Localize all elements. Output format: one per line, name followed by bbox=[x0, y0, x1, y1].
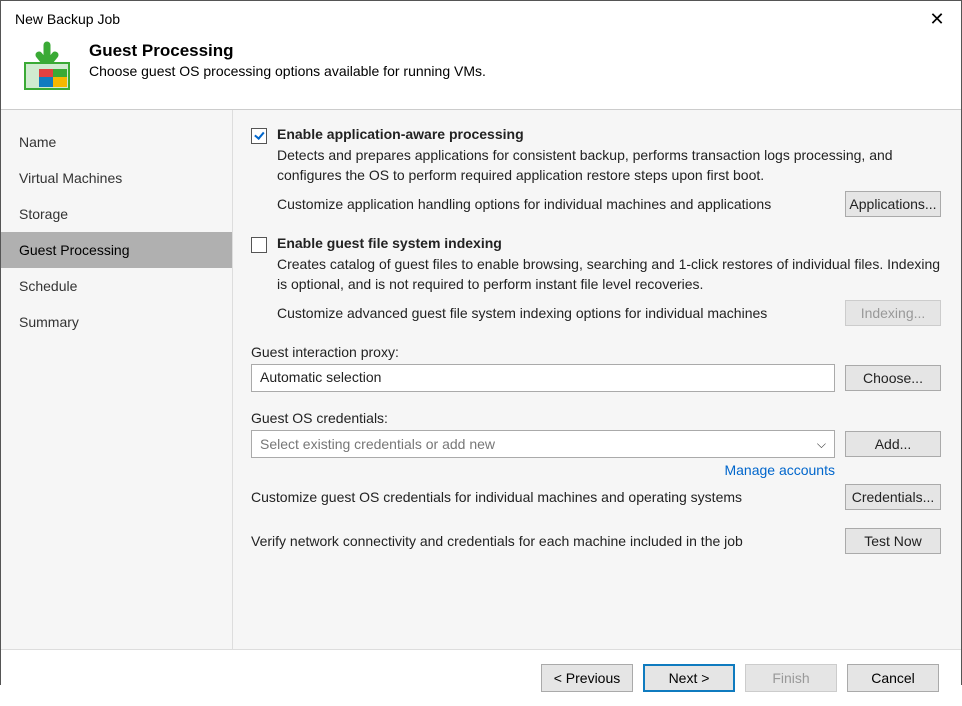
enable-indexing-label: Enable guest file system indexing bbox=[277, 235, 502, 251]
verify-section: Verify network connectivity and credenti… bbox=[251, 528, 941, 554]
enable-indexing-checkbox[interactable] bbox=[251, 237, 267, 253]
finish-button: Finish bbox=[745, 664, 837, 692]
creds-customize-text: Customize guest OS credentials for indiv… bbox=[251, 489, 835, 505]
creds-label: Guest OS credentials: bbox=[251, 410, 941, 426]
choose-proxy-button[interactable]: Choose... bbox=[845, 365, 941, 391]
guest-processing-icon bbox=[19, 41, 75, 97]
page-title: Guest Processing bbox=[89, 41, 486, 61]
next-button[interactable]: Next > bbox=[643, 664, 735, 692]
creds-dropdown[interactable]: Select existing credentials or add new ⌵ bbox=[251, 430, 835, 458]
appaware-description: Detects and prepares applications for co… bbox=[277, 146, 941, 185]
application-aware-section: Enable application-aware processing Dete… bbox=[251, 126, 941, 217]
wizard-footer: < Previous Next > Finish Cancel bbox=[1, 649, 961, 706]
proxy-input[interactable]: Automatic selection bbox=[251, 364, 835, 392]
indexing-description: Creates catalog of guest files to enable… bbox=[277, 255, 941, 294]
wizard-sidebar: Name Virtual Machines Storage Guest Proc… bbox=[1, 110, 233, 649]
sidebar-item-storage[interactable]: Storage bbox=[1, 196, 232, 232]
creds-placeholder: Select existing credentials or add new bbox=[260, 436, 495, 452]
indexing-section: Enable guest file system indexing Create… bbox=[251, 235, 941, 326]
close-icon[interactable]: ✕ bbox=[925, 7, 949, 31]
main-panel: Enable application-aware processing Dete… bbox=[233, 110, 961, 649]
credentials-button[interactable]: Credentials... bbox=[845, 484, 941, 510]
enable-appaware-checkbox[interactable] bbox=[251, 128, 267, 144]
indexing-button: Indexing... bbox=[845, 300, 941, 326]
manage-accounts-link[interactable]: Manage accounts bbox=[251, 462, 835, 478]
verify-text: Verify network connectivity and credenti… bbox=[251, 533, 835, 549]
sidebar-item-virtual-machines[interactable]: Virtual Machines bbox=[1, 160, 232, 196]
proxy-section: Guest interaction proxy: Automatic selec… bbox=[251, 344, 941, 392]
previous-button[interactable]: < Previous bbox=[541, 664, 633, 692]
enable-appaware-label: Enable application-aware processing bbox=[277, 126, 524, 142]
appaware-customize-text: Customize application handling options f… bbox=[277, 196, 835, 212]
title-bar: New Backup Job ✕ bbox=[1, 1, 961, 37]
applications-button[interactable]: Applications... bbox=[845, 191, 941, 217]
indexing-customize-text: Customize advanced guest file system ind… bbox=[277, 305, 835, 321]
sidebar-item-name[interactable]: Name bbox=[1, 124, 232, 160]
cancel-button[interactable]: Cancel bbox=[847, 664, 939, 692]
window-title: New Backup Job bbox=[15, 11, 120, 27]
add-creds-button[interactable]: Add... bbox=[845, 431, 941, 457]
page-subtitle: Choose guest OS processing options avail… bbox=[89, 63, 486, 79]
sidebar-item-schedule[interactable]: Schedule bbox=[1, 268, 232, 304]
proxy-label: Guest interaction proxy: bbox=[251, 344, 941, 360]
page-header: Guest Processing Choose guest OS process… bbox=[1, 37, 961, 109]
sidebar-item-guest-processing[interactable]: Guest Processing bbox=[1, 232, 232, 268]
sidebar-item-summary[interactable]: Summary bbox=[1, 304, 232, 340]
credentials-section: Guest OS credentials: Select existing cr… bbox=[251, 410, 941, 510]
chevron-down-icon: ⌵ bbox=[817, 437, 826, 452]
test-now-button[interactable]: Test Now bbox=[845, 528, 941, 554]
